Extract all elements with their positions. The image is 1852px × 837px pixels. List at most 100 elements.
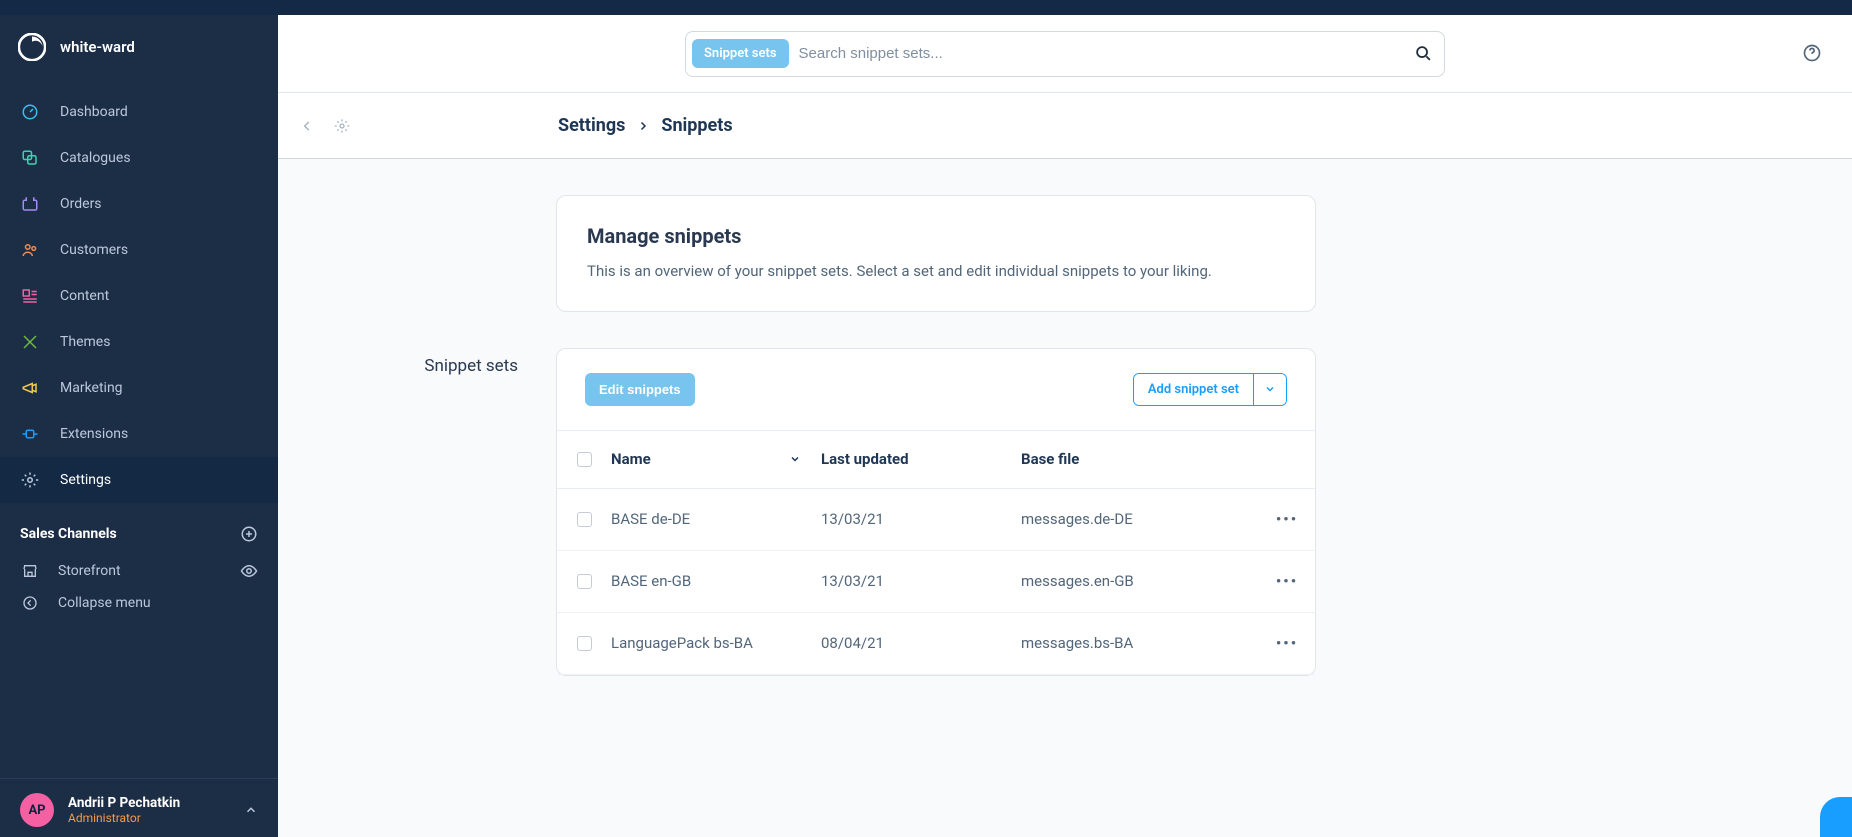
add-snippet-set-button[interactable]: Add snippet set [1134,374,1253,405]
cell-updated: 13/03/21 [821,572,1021,590]
search-box[interactable]: Snippet sets [685,31,1445,77]
chevron-up-icon [244,803,258,817]
chevron-right-icon [637,120,649,132]
main-area: Snippet sets Settings Snippets [278,0,1852,837]
help-icon[interactable] [1802,43,1822,63]
main-nav: Dashboard Catalogues Orders Customers Co… [0,83,278,503]
user-footer[interactable]: AP Andrii P Pechatkin Administrator [0,778,278,837]
grid-toolbar: Edit snippets Add snippet set [557,349,1315,430]
sidebar-header: white-ward [0,15,278,83]
nav-item-content[interactable]: Content [0,273,278,319]
row-actions-button[interactable]: ••• [1259,634,1315,652]
catalogues-icon [20,149,40,167]
nav-label: Dashboard [60,104,128,120]
sort-indicator-icon[interactable] [789,453,801,465]
extensions-icon [20,425,40,443]
edit-snippets-button[interactable]: Edit snippets [585,373,695,406]
storefront-icon [20,563,40,579]
row-checkbox[interactable] [577,636,592,651]
cell-name: BASE de-DE [611,510,821,528]
settings-icon [20,471,40,489]
cell-base: messages.de-DE [1021,510,1259,528]
snippet-sets-grid: Name Last updated Base file BASE de-DE [557,430,1315,675]
dashboard-icon [20,103,40,121]
collapse-label: Collapse menu [58,595,151,611]
themes-icon [20,333,40,351]
row-actions-button[interactable]: ••• [1259,510,1315,528]
select-all-checkbox[interactable] [577,452,592,467]
marketing-icon [20,379,40,397]
sales-channels-label: Sales Channels [20,526,117,542]
add-snippet-set-dropdown[interactable] [1254,374,1286,405]
visibility-icon[interactable] [240,562,258,580]
grid-header: Name Last updated Base file [557,431,1315,489]
orders-icon [20,195,40,213]
nav-label: Settings [60,472,111,488]
nav-item-marketing[interactable]: Marketing [0,365,278,411]
chat-fab[interactable] [1820,797,1852,837]
search-scope-chip[interactable]: Snippet sets [692,39,789,68]
user-meta: Andrii P Pechatkin Administrator [68,795,180,826]
back-button[interactable] [300,119,314,133]
breadcrumb: Settings Snippets [558,115,733,136]
search-input[interactable] [799,45,1405,62]
breadcrumb-current: Snippets [661,115,732,136]
table-row[interactable]: BASE en-GB 13/03/21 messages.en-GB ••• [557,551,1315,613]
customers-icon [20,241,40,259]
nav-item-orders[interactable]: Orders [0,181,278,227]
add-snippet-set-splitbutton: Add snippet set [1133,373,1287,406]
nav-label: Orders [60,196,102,212]
row-checkbox[interactable] [577,512,592,527]
page-settings-icon[interactable] [334,118,350,134]
brand-name: white-ward [60,38,135,56]
cell-base: messages.bs-BA [1021,634,1259,652]
user-role: Administrator [68,811,180,825]
page-title: Manage snippets [587,224,1285,248]
row-actions-button[interactable]: ••• [1259,572,1315,590]
col-header-name[interactable]: Name [611,450,651,468]
section-label: Snippet sets [424,356,518,376]
content-scroll[interactable]: Manage snippets This is an overview of y… [278,159,1852,837]
cell-name: BASE en-GB [611,572,821,590]
user-name: Andrii P Pechatkin [68,795,180,811]
nav-item-settings[interactable]: Settings [0,457,278,503]
nav-label: Extensions [60,426,128,442]
channel-item-storefront[interactable]: Storefront [0,555,278,587]
cell-base: messages.en-GB [1021,572,1259,590]
channel-label: Storefront [58,563,121,579]
cell-name: LanguagePack bs-BA [611,634,821,652]
searchbar-wrap: Snippet sets [278,15,1852,93]
sidebar: white-ward Dashboard Catalogues Orders C… [0,0,278,837]
nav-item-customers[interactable]: Customers [0,227,278,273]
breadcrumb-row: Settings Snippets [278,93,1852,159]
nav-label: Marketing [60,380,123,396]
add-sales-channel-button[interactable] [240,525,258,543]
search-icon[interactable] [1415,45,1432,62]
nav-label: Content [60,288,109,304]
nav-item-extensions[interactable]: Extensions [0,411,278,457]
cell-updated: 08/04/21 [821,634,1021,652]
table-row[interactable]: BASE de-DE 13/03/21 messages.de-DE ••• [557,489,1315,551]
nav-label: Themes [60,334,110,350]
cell-updated: 13/03/21 [821,510,1021,528]
row-checkbox[interactable] [577,574,592,589]
nav-label: Catalogues [60,150,131,166]
sales-channels-heading: Sales Channels [0,503,278,555]
brand-logo [18,33,46,61]
content-icon [20,287,40,305]
table-row[interactable]: LanguagePack bs-BA 08/04/21 messages.bs-… [557,613,1315,675]
col-header-base[interactable]: Base file [1021,450,1259,468]
collapse-menu-button[interactable]: Collapse menu [0,587,278,619]
collapse-icon [20,595,40,611]
breadcrumb-parent[interactable]: Settings [558,115,625,136]
nav-item-catalogues[interactable]: Catalogues [0,135,278,181]
snippet-sets-card: Edit snippets Add snippet set [556,348,1316,676]
avatar: AP [20,793,54,827]
page-description: This is an overview of your snippet sets… [587,260,1285,283]
col-header-updated[interactable]: Last updated [821,450,1021,468]
nav-item-dashboard[interactable]: Dashboard [0,89,278,135]
top-window-bar [0,0,1852,15]
intro-card: Manage snippets This is an overview of y… [556,195,1316,312]
nav-item-themes[interactable]: Themes [0,319,278,365]
nav-label: Customers [60,242,128,258]
